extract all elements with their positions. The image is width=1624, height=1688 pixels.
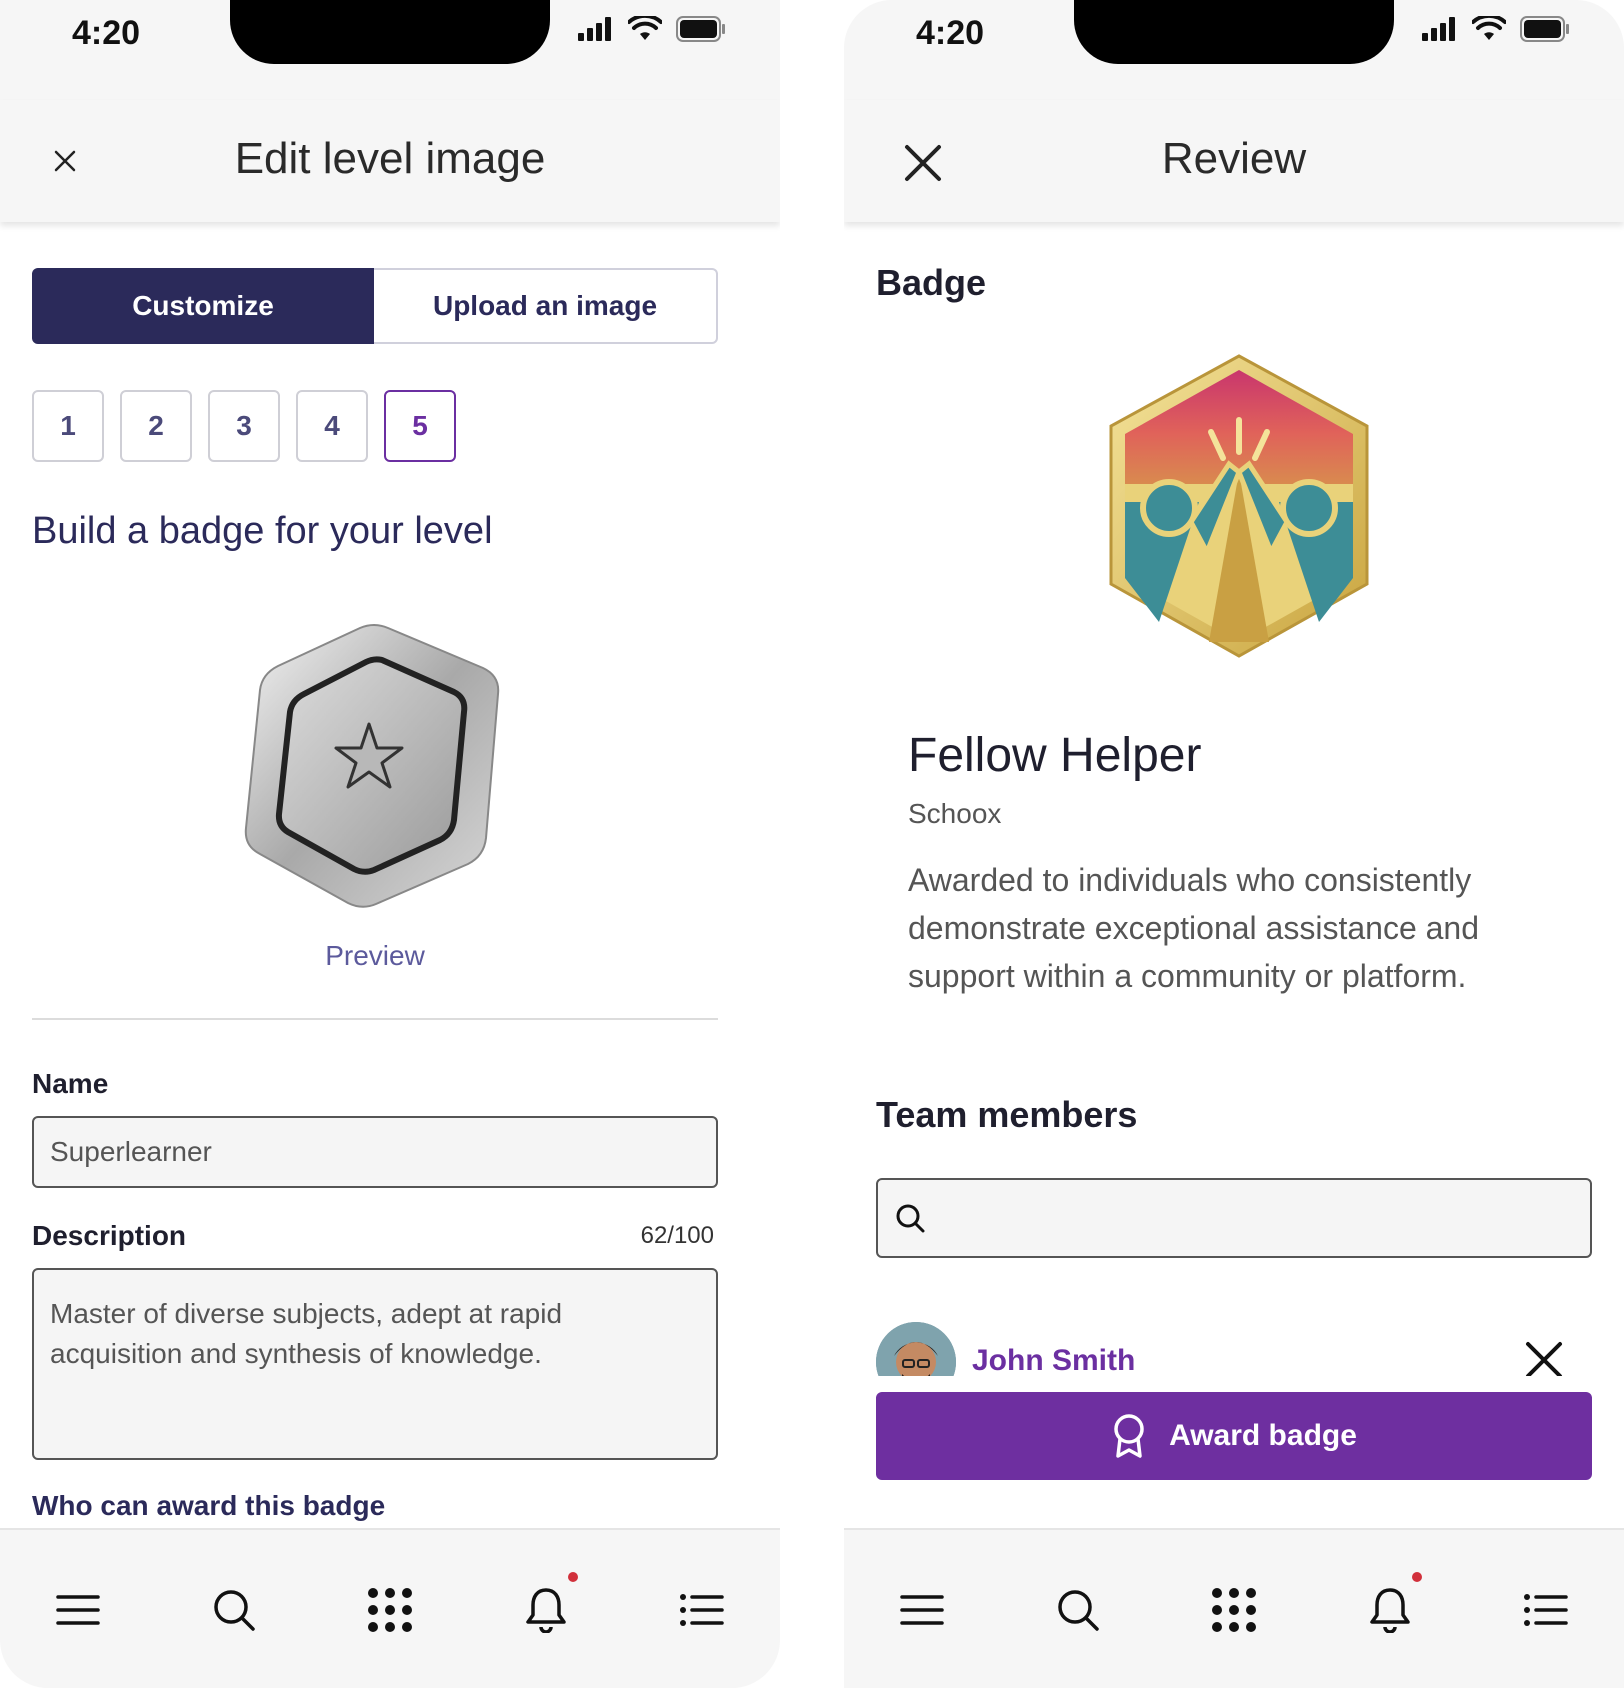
preview-link[interactable]: Preview bbox=[0, 940, 750, 972]
level-selector: 1 2 3 4 5 bbox=[32, 390, 456, 462]
bottom-tab-bar bbox=[844, 1528, 1624, 1688]
notification-dot bbox=[1412, 1572, 1422, 1582]
team-member-row: John Smith bbox=[876, 1318, 1592, 1376]
team-members-heading: Team members bbox=[876, 1094, 1138, 1135]
page-title: Edit level image bbox=[234, 134, 546, 183]
tab-list[interactable] bbox=[1518, 1582, 1574, 1638]
bell-icon bbox=[1370, 1588, 1410, 1633]
list-icon bbox=[1524, 1594, 1568, 1626]
apps-grid-icon bbox=[368, 1588, 412, 1632]
search-icon bbox=[214, 1590, 255, 1631]
tab-customize[interactable]: Customize bbox=[32, 268, 374, 344]
status-icons bbox=[1422, 16, 1570, 42]
member-name[interactable]: John Smith bbox=[972, 1344, 1135, 1376]
tab-notifications[interactable] bbox=[518, 1572, 578, 1638]
battery-icon bbox=[676, 16, 725, 42]
status-bar: 4:20 bbox=[844, 0, 1624, 100]
hamburger-menu-icon bbox=[56, 1595, 100, 1625]
apps-grid-icon bbox=[1212, 1588, 1256, 1632]
tab-notifications[interactable] bbox=[1362, 1572, 1422, 1638]
section-divider bbox=[32, 1018, 718, 1020]
device-notch bbox=[1074, 0, 1394, 64]
tab-menu[interactable] bbox=[894, 1582, 950, 1638]
level-button-3[interactable]: 3 bbox=[208, 390, 280, 462]
close-icon bbox=[1526, 1342, 1562, 1376]
name-field[interactable] bbox=[32, 1116, 718, 1188]
review-screen: 4:20 Review Badge Fellow Helper Schoox A… bbox=[844, 0, 1624, 1688]
hamburger-menu-icon bbox=[900, 1595, 944, 1625]
tab-upload-image[interactable]: Upload an image bbox=[374, 268, 718, 344]
level-button-5[interactable]: 5 bbox=[384, 390, 456, 462]
edit-level-image-screen: 4:20 Edit level image Customize Upload a… bbox=[0, 0, 780, 1688]
tab-list[interactable] bbox=[674, 1582, 730, 1638]
signal-icon bbox=[578, 17, 611, 41]
badge-section-heading: Badge bbox=[876, 262, 987, 303]
award-badge-button[interactable]: Award badge bbox=[876, 1392, 1592, 1480]
badge-organization: Schoox bbox=[908, 798, 1002, 829]
badge-description: Awarded to individuals who consistently … bbox=[908, 862, 1480, 994]
screen-header: Edit level image bbox=[0, 100, 780, 222]
bell-icon bbox=[526, 1588, 566, 1633]
name-label: Name bbox=[32, 1068, 109, 1099]
wifi-icon bbox=[1472, 16, 1506, 40]
status-time: 4:20 bbox=[916, 14, 985, 52]
list-icon bbox=[680, 1594, 724, 1626]
signal-icon bbox=[1422, 17, 1455, 41]
page-title: Review bbox=[1161, 134, 1307, 183]
silver-star-badge-image bbox=[244, 624, 500, 908]
screen-header: Review bbox=[844, 100, 1624, 222]
notification-dot bbox=[568, 1572, 578, 1582]
description-label: Description bbox=[32, 1220, 187, 1251]
tab-search[interactable] bbox=[1050, 1582, 1106, 1638]
description-field[interactable]: Master of diverse subjects, adept at rap… bbox=[32, 1268, 718, 1460]
search-icon bbox=[1058, 1590, 1099, 1631]
team-member-search-input[interactable] bbox=[876, 1178, 1592, 1258]
tab-apps[interactable] bbox=[362, 1582, 418, 1638]
award-ribbon-icon bbox=[1114, 1414, 1144, 1458]
status-time: 4:20 bbox=[72, 14, 141, 52]
search-icon bbox=[896, 1204, 925, 1233]
badge-name: Fellow Helper bbox=[908, 729, 1202, 782]
build-badge-heading: Build a badge for your level bbox=[32, 510, 493, 552]
who-can-award-label: Who can award this badge bbox=[32, 1490, 386, 1521]
battery-icon bbox=[1520, 16, 1569, 42]
level-button-2[interactable]: 2 bbox=[120, 390, 192, 462]
description-char-counter: 62/100 bbox=[640, 1222, 714, 1249]
avatar bbox=[876, 1322, 956, 1376]
level-button-1[interactable]: 1 bbox=[32, 390, 104, 462]
status-bar: 4:20 bbox=[0, 0, 780, 100]
award-badge-label: Award badge bbox=[1169, 1419, 1357, 1452]
tab-search[interactable] bbox=[206, 1582, 262, 1638]
device-notch bbox=[230, 0, 550, 64]
level-button-4[interactable]: 4 bbox=[296, 390, 368, 462]
tab-menu[interactable] bbox=[50, 1582, 106, 1638]
bottom-tab-bar bbox=[0, 1528, 780, 1688]
fellow-helper-badge-image bbox=[1109, 354, 1369, 658]
tab-apps[interactable] bbox=[1206, 1582, 1262, 1638]
image-mode-tabs: Customize Upload an image bbox=[32, 268, 718, 344]
status-icons bbox=[578, 16, 726, 42]
wifi-icon bbox=[628, 16, 662, 40]
remove-member-button[interactable] bbox=[1524, 1340, 1564, 1376]
